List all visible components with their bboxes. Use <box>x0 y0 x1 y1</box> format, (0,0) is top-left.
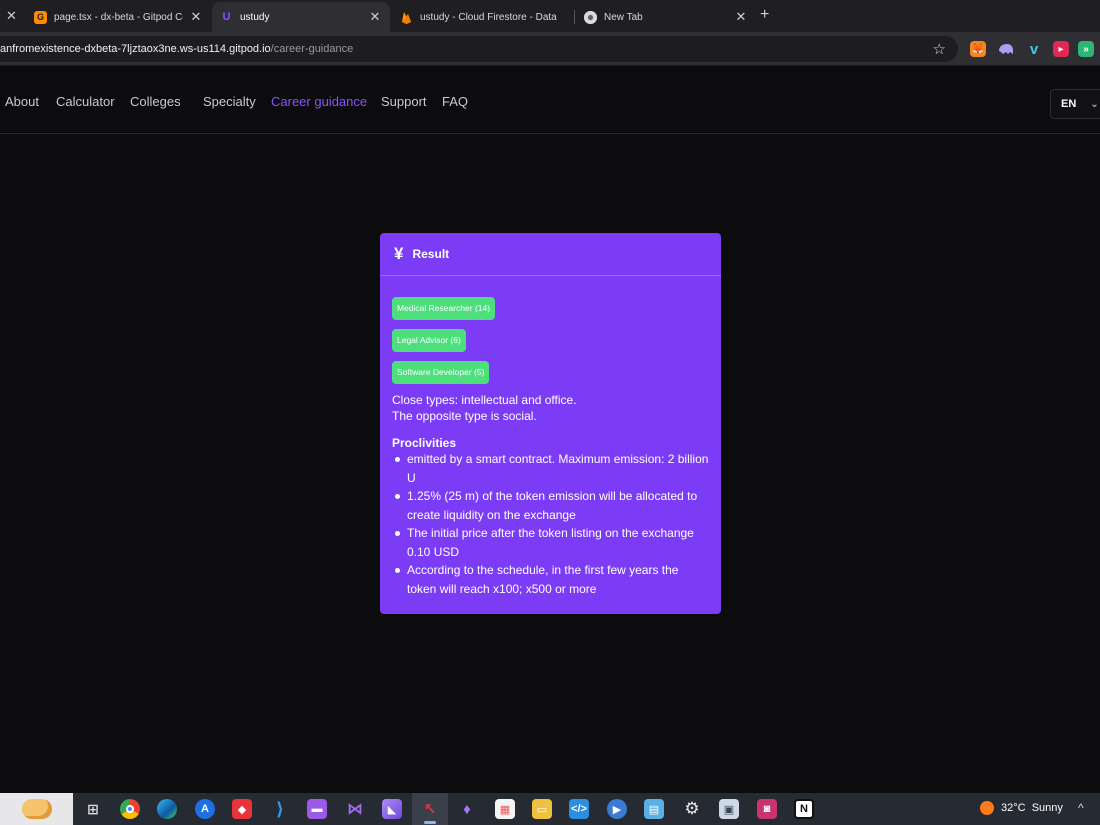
tab-divider <box>574 10 575 24</box>
new-tab-button[interactable]: + <box>760 6 769 24</box>
tab-gitpod[interactable]: G page.tsx - dx-beta - Gitpod Co ✕ <box>26 2 211 32</box>
sun-icon <box>980 801 994 815</box>
nav-item-faq[interactable]: FAQ <box>442 94 468 109</box>
extension-icon[interactable]: ▸ <box>1053 41 1069 57</box>
anydesk-icon[interactable]: ◆ <box>232 799 252 819</box>
app-icon[interactable]: ▶ <box>607 799 627 819</box>
app-icon[interactable]: ◙ <box>757 799 777 819</box>
settings-gear-icon[interactable]: ⚙ <box>682 799 702 819</box>
edge-taskbar-icon[interactable] <box>157 799 177 819</box>
dev-tools-icon[interactable]: </> <box>569 799 589 819</box>
chevron-down-icon: ⌄ <box>1090 98 1099 110</box>
file-explorer-icon[interactable]: ▭ <box>532 799 552 819</box>
result-card: ¥ Result Medical Researcher (14) Legal A… <box>380 233 721 614</box>
tab-title: page.tsx - dx-beta - Gitpod Co <box>54 11 183 23</box>
nav-item-about[interactable]: About <box>5 94 39 109</box>
bookmark-star-icon[interactable]: ☆ <box>933 40 946 58</box>
url-host: anfromexistence-dxbeta-7ljztaox3ne.ws-us… <box>0 43 271 55</box>
extension-icon[interactable]: » <box>1078 41 1094 57</box>
app-icon[interactable]: ▣ <box>719 799 739 819</box>
weather-cloud-icon <box>21 799 52 819</box>
browser-tab-strip: ✕ G page.tsx - dx-beta - Gitpod Co ✕ U u… <box>0 0 1100 32</box>
start-weather-widget[interactable] <box>0 793 73 825</box>
language-select[interactable]: EN ⌄ <box>1050 89 1100 119</box>
vscode-icon[interactable]: ⟩ <box>270 799 290 819</box>
list-item: The initial price after the token listin… <box>392 524 709 561</box>
list-item: emitted by a smart contract. Maximum emi… <box>392 450 709 487</box>
nav-item-career-guidance[interactable]: Career guidance <box>271 94 367 109</box>
tab-title: ustudy - Cloud Firestore - Data <box>420 11 557 23</box>
address-bar[interactable]: anfromexistence-dxbeta-7ljztaox3ne.ws-us… <box>0 36 958 62</box>
taskbar: ⊞ A ◆ ⟩ ▬ ⋈ ◣ ↖ ♦ ▦ ▭ </> ▶ ▤ ⚙ ▣ ◙ N 32… <box>0 793 1100 825</box>
close-tab-icon[interactable]: ✕ <box>734 9 748 25</box>
chrome-icon <box>584 10 597 24</box>
browser-toolbar: anfromexistence-dxbeta-7ljztaox3ne.ws-us… <box>0 32 1100 66</box>
nav-item-support[interactable]: Support <box>381 94 427 109</box>
close-tab-icon[interactable]: ✕ <box>189 9 203 25</box>
app-icon[interactable]: ◣ <box>382 799 402 819</box>
app-icon[interactable]: ▤ <box>644 799 664 819</box>
app-store-icon[interactable]: A <box>195 799 215 819</box>
tab-firestore[interactable]: ustudy - Cloud Firestore - Data <box>392 2 575 32</box>
ethereum-icon[interactable]: ♦ <box>457 799 477 819</box>
url-path: /career-guidance <box>270 43 354 55</box>
opposite-type-text: The opposite type is social. <box>392 409 537 423</box>
result-card-body: Medical Researcher (14) Legal Advisor (6… <box>380 276 721 598</box>
weather-widget[interactable]: 32°C Sunny <box>980 801 1063 815</box>
profession-badges: Medical Researcher (14) Legal Advisor (6… <box>392 297 709 393</box>
ustudy-icon: U <box>222 11 231 23</box>
weather-description: Sunny <box>1031 802 1063 814</box>
profession-badge: Legal Advisor (6) <box>392 329 466 352</box>
notion-icon[interactable]: N <box>794 799 814 819</box>
site-header: About Calculator Colleges Specialty Care… <box>0 67 1100 134</box>
proclivities-heading: Proclivities <box>392 436 457 450</box>
visual-studio-icon[interactable]: ⋈ <box>345 799 365 819</box>
app-icon[interactable]: ▬ <box>307 799 327 819</box>
tab-ustudy[interactable]: U ustudy ✕ <box>212 2 390 32</box>
result-title: Result <box>412 247 450 261</box>
language-value: EN <box>1061 98 1077 110</box>
firebase-icon <box>400 11 413 24</box>
vimeo-extension-icon[interactable]: v <box>1026 41 1042 58</box>
yen-icon: ¥ <box>394 244 404 263</box>
result-card-header: ¥ Result <box>380 233 721 276</box>
weather-temperature: 32°C <box>1001 802 1026 814</box>
list-item: 1.25% (25 m) of the token emission will … <box>392 487 709 524</box>
phantom-extension-icon[interactable] <box>998 41 1014 57</box>
gitpod-icon: G <box>34 10 47 24</box>
tab-title: ustudy <box>240 11 270 23</box>
pointer-app-icon[interactable]: ↖ <box>420 799 440 819</box>
profession-badge: Software Developer (5) <box>392 361 490 384</box>
nav-item-calculator[interactable]: Calculator <box>56 94 115 109</box>
metamask-extension-icon[interactable]: 🦊 <box>970 41 986 57</box>
nav-item-specialty[interactable]: Specialty <box>203 94 256 109</box>
proclivities-list: emitted by a smart contract. Maximum emi… <box>392 450 709 598</box>
tray-overflow-icon[interactable]: ^ <box>1078 801 1084 815</box>
nav-item-colleges[interactable]: Colleges <box>130 94 181 109</box>
profession-badge: Medical Researcher (14) <box>392 297 496 320</box>
list-item: According to the schedule, in the first … <box>392 561 709 598</box>
close-tab-icon[interactable]: ✕ <box>6 8 17 24</box>
task-view-icon[interactable]: ⊞ <box>83 799 103 819</box>
tab-new-tab[interactable]: New Tab ✕ <box>576 2 756 32</box>
microsoft-store-icon[interactable]: ▦ <box>495 799 515 819</box>
tab-title: New Tab <box>604 11 643 23</box>
close-tab-icon[interactable]: ✕ <box>368 9 382 25</box>
chrome-taskbar-icon[interactable] <box>120 799 140 819</box>
